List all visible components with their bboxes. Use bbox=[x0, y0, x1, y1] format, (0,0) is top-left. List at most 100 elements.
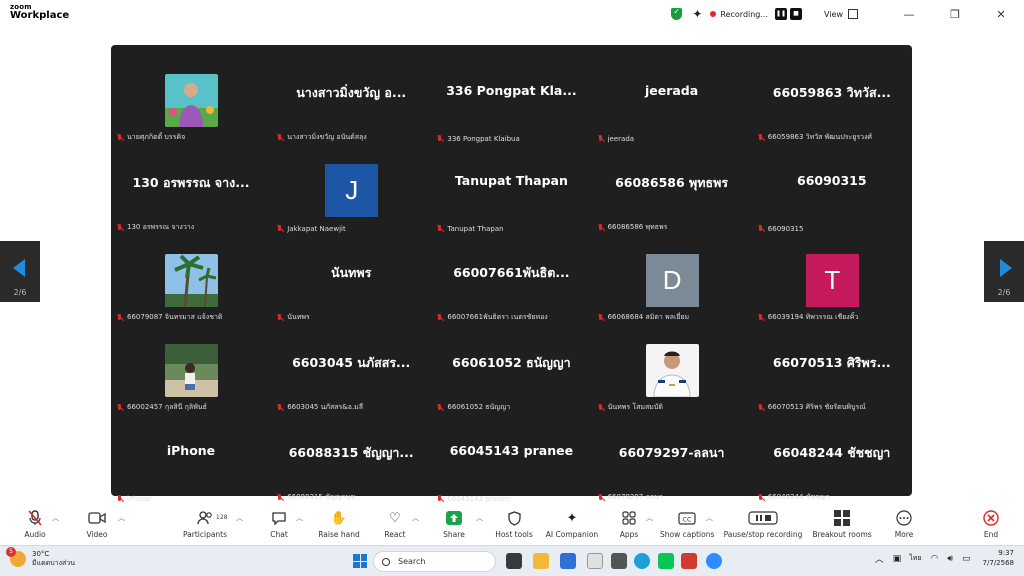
audio-options-caret-icon[interactable]: ︿ bbox=[52, 513, 59, 523]
participant-tile[interactable]: 66079297-ลลนา 66079297-ลลนา bbox=[592, 415, 752, 505]
participant-tile[interactable]: 336 Pongpat Kla... 336 Pongpat Klaibua bbox=[431, 55, 591, 145]
participant-tile[interactable]: D 66068684 สมิตา พลเยี่ยม bbox=[592, 235, 752, 325]
participant-name-label: 66086586 พุทธพร bbox=[597, 222, 667, 233]
participant-tile[interactable]: 66045143 pranee 66045143 pranee bbox=[431, 415, 591, 505]
maximize-icon[interactable]: ❐ bbox=[932, 8, 978, 21]
video-button[interactable]: Video bbox=[82, 510, 112, 539]
stop-recording-icon[interactable]: ■ bbox=[790, 8, 803, 20]
participant-tile[interactable]: นายศุภกิตติ์ บรรคิจ bbox=[111, 55, 271, 145]
participant-display-name: Tanupat Thapan bbox=[454, 173, 568, 188]
security-shield-icon[interactable] bbox=[671, 7, 683, 20]
chat-label: Chat bbox=[270, 530, 288, 539]
participant-tile[interactable]: 66079087 จินทรมาส แจ้งชาติ bbox=[111, 235, 271, 325]
close-icon[interactable]: ✕ bbox=[978, 8, 1024, 21]
participant-tile[interactable]: นางสาวมิ่งขวัญ อ... นางสาวมิ่งขวัญ อนันต์… bbox=[271, 55, 431, 145]
participant-tile[interactable]: jeerada jeerada bbox=[592, 55, 752, 145]
store-icon[interactable] bbox=[560, 553, 576, 569]
recording-dot-icon bbox=[710, 11, 717, 17]
react-label: React bbox=[384, 530, 406, 539]
host-tools-button[interactable]: Host tools bbox=[494, 510, 534, 539]
muted-mic-icon bbox=[116, 403, 123, 412]
view-button[interactable]: View bbox=[824, 10, 843, 19]
participants-options-caret-icon[interactable]: ︿ bbox=[236, 513, 243, 523]
participant-tile[interactable]: นันทพร นันทพร bbox=[271, 235, 431, 325]
ai-companion-button[interactable]: ✦ AI Companion bbox=[544, 510, 600, 540]
participant-display-name: jeerada bbox=[644, 83, 699, 98]
participant-tile[interactable]: 6603045 นภัสสร... 6603045 นภัสสร&อ.มลี bbox=[271, 325, 431, 415]
participant-name-label: 66079297-ลลนา bbox=[597, 492, 663, 503]
volume-icon[interactable]: 🔊︎ bbox=[947, 554, 953, 564]
muted-mic-icon bbox=[436, 225, 443, 233]
participant-gallery: นายศุภกิตติ์ บรรคิจ นางสาวมิ่งขวัญ อ... นา… bbox=[111, 45, 912, 503]
apps-options-caret-icon[interactable]: ︿ bbox=[646, 513, 653, 523]
task-view-icon[interactable] bbox=[506, 553, 522, 569]
pause-stop-recording-button[interactable]: Pause/stop recording bbox=[722, 510, 804, 539]
muted-mic-icon bbox=[116, 133, 123, 142]
participant-tile[interactable]: 66048244 ชัชชญา 66048244 ชัชชญา bbox=[752, 415, 912, 505]
battery-icon[interactable]: ▭ bbox=[962, 554, 971, 564]
participant-tile[interactable]: 66059863 วิทวัส... 66059863 วิทวัส พัฒนปร… bbox=[752, 55, 912, 145]
line-app-icon[interactable] bbox=[658, 553, 674, 569]
chat-options-caret-icon[interactable]: ︿ bbox=[296, 513, 303, 523]
app-icon[interactable] bbox=[681, 553, 697, 569]
participant-tile[interactable]: 66086586 พุทธพร 66086586 พุทธพร bbox=[592, 145, 752, 235]
zoom-app-icon[interactable] bbox=[706, 553, 722, 569]
next-page-button[interactable]: 2/6 bbox=[984, 241, 1024, 302]
windows-start-icon[interactable] bbox=[353, 554, 367, 568]
participant-name-label: นายศุภกิตติ์ บรรคิจ bbox=[116, 132, 185, 143]
apps-grid-icon bbox=[616, 510, 642, 526]
wifi-icon[interactable]: ◠ bbox=[931, 554, 939, 564]
participant-display-name: 66086586 พุทธพร bbox=[615, 175, 729, 190]
app-icon[interactable] bbox=[611, 553, 627, 569]
meeting-toolbar: Audio ︿ Video ︿ Participants 128 ︿ Chat … bbox=[0, 505, 1024, 545]
captions-options-caret-icon[interactable]: ︿ bbox=[706, 513, 713, 523]
participant-tile[interactable]: T 66039194 ทิพวรรณ เชียงคิ้ว bbox=[752, 235, 912, 325]
participant-name-label: 130 อรพรรณ จางวาง bbox=[116, 222, 194, 233]
file-explorer-icon[interactable] bbox=[533, 553, 549, 569]
muted-mic-icon bbox=[757, 133, 764, 142]
participant-tile[interactable]: นันทพร โสมสมบัติ bbox=[592, 325, 752, 415]
audio-button[interactable]: Audio bbox=[18, 510, 52, 539]
language-indicator[interactable]: ไทย bbox=[909, 553, 921, 564]
pause-recording-icon[interactable]: ❚❚ bbox=[775, 8, 788, 20]
ai-sparkle-icon[interactable]: ✦ bbox=[692, 7, 702, 21]
clock-time: 9:37 bbox=[998, 549, 1014, 557]
participant-tile[interactable]: 66090315 66090315 bbox=[752, 145, 912, 235]
more-button[interactable]: More bbox=[890, 510, 918, 539]
clock[interactable]: 9:37 7/7/2568 bbox=[983, 549, 1014, 569]
participant-tile[interactable]: Tanupat Thapan Tanupat Thapan bbox=[431, 145, 591, 235]
prev-page-button[interactable]: 2/6 bbox=[0, 241, 40, 302]
participant-name-label: 66002457 กุลสินี กุลิพันธ์ bbox=[116, 402, 207, 413]
raise-hand-button[interactable]: ✋ Raise hand bbox=[316, 510, 362, 540]
video-options-caret-icon[interactable]: ︿ bbox=[118, 513, 125, 523]
participant-tile[interactable]: J Jakkapat Naewjit bbox=[271, 145, 431, 235]
minimize-icon[interactable]: — bbox=[886, 8, 932, 21]
apps-button[interactable]: Apps bbox=[616, 510, 642, 539]
share-options-caret-icon[interactable]: ︿ bbox=[476, 513, 483, 523]
participant-tile[interactable]: iPhone iPhone bbox=[111, 415, 271, 505]
end-meeting-button[interactable]: End bbox=[978, 510, 1004, 539]
share-button[interactable]: Share bbox=[440, 510, 468, 539]
participant-tile[interactable]: 66007661พันธิต... 66007661พันธิตรา เนตรชั… bbox=[431, 235, 591, 325]
participant-display-name: 66048244 ชัชชญา bbox=[773, 445, 891, 460]
participant-tile[interactable]: 66088315 ชัญญา... 66088315 ชัญญานุช bbox=[271, 415, 431, 505]
participant-name-label: iPhone bbox=[116, 495, 151, 503]
participant-tile[interactable]: 130 อรพรรณ จาง... 130 อรพรรณ จางวาง bbox=[111, 145, 271, 235]
app-icon[interactable] bbox=[587, 553, 603, 569]
participant-tile[interactable]: 66002457 กุลสินี กุลิพันธ์ bbox=[111, 325, 271, 415]
weather-widget[interactable]: 5 30°C มีแดดบางส่วน bbox=[6, 546, 75, 568]
participant-name-label: 66059863 วิทวัส พัฒนประยูรวงศ์ bbox=[757, 132, 872, 143]
participant-tile[interactable]: 66061052 ธนัญญา 66061052 ธนัญญา bbox=[431, 325, 591, 415]
react-options-caret-icon[interactable]: ︿ bbox=[412, 513, 419, 523]
taskbar-search[interactable]: Search bbox=[373, 551, 496, 572]
edge-browser-icon[interactable] bbox=[634, 553, 650, 569]
participant-tile[interactable]: 66070513 ศิริพร... 66070513 ศิริพร ชัยรัต… bbox=[752, 325, 912, 415]
breakout-rooms-button[interactable]: Breakout rooms bbox=[810, 510, 874, 539]
participant-name-text: 130 อรพรรณ จางวาง bbox=[127, 223, 195, 231]
participant-name-text: jeerada bbox=[607, 135, 635, 143]
app-tray-icon[interactable]: ▣ bbox=[893, 554, 902, 564]
chat-button[interactable]: Chat bbox=[264, 510, 294, 539]
react-button[interactable]: ♡ React bbox=[380, 510, 410, 540]
view-grid-icon[interactable] bbox=[848, 9, 858, 19]
chevron-up-icon[interactable]: ︿ bbox=[875, 552, 884, 565]
